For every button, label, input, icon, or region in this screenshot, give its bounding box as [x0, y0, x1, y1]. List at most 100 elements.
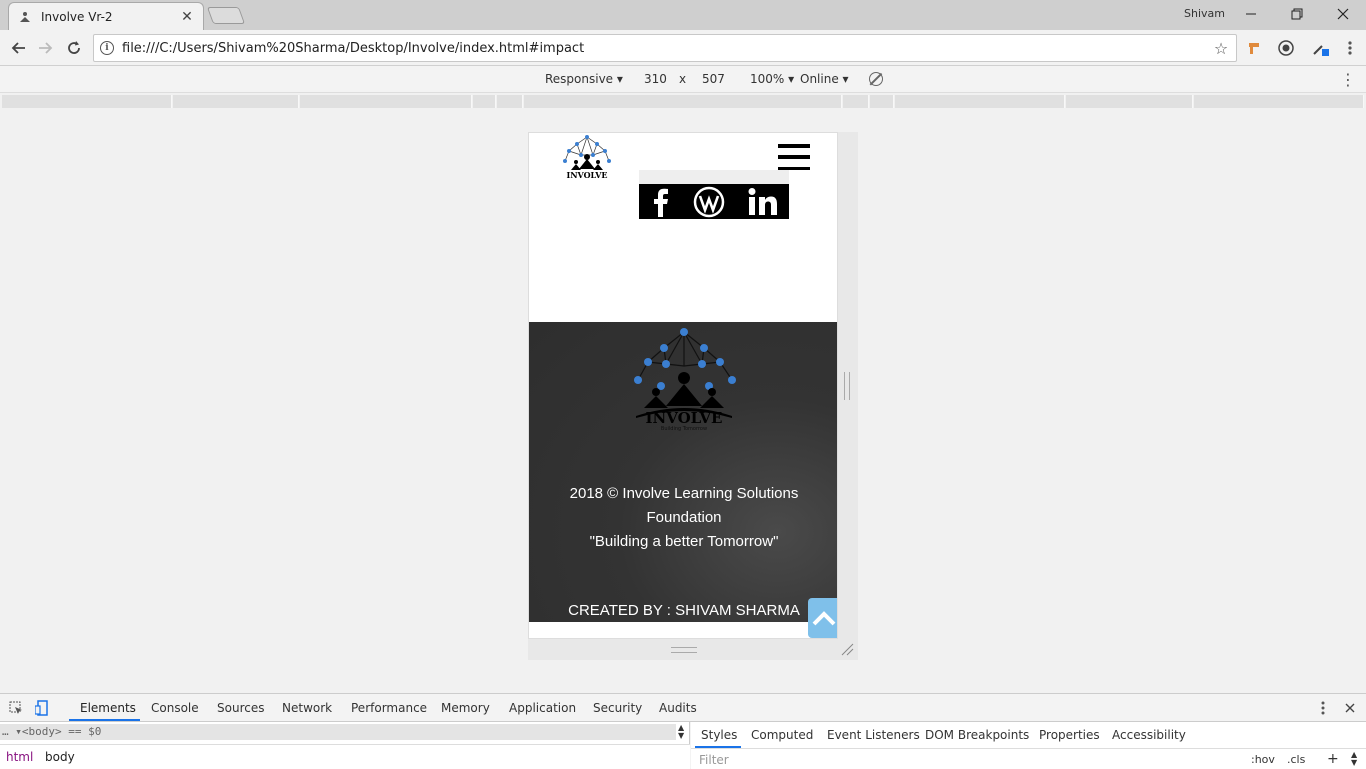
close-tab-icon[interactable]: ✕ [179, 9, 195, 25]
footer-line-1: 2018 © Involve Learning Solutions [569, 485, 799, 502]
page-viewport: INVOLVE INVOLVE Building Tomorrow 2018 ©… [528, 132, 838, 639]
footer-logo-wordmark: INVOLVE [645, 409, 722, 427]
tab-elements[interactable]: Elements [80, 701, 136, 715]
site-logo[interactable]: INVOLVE [559, 135, 615, 183]
browser-menu-icon[interactable] [1340, 38, 1360, 58]
footer-copyright: 2018 © Involve Learning Solutions Founda… [529, 482, 837, 554]
reload-icon[interactable] [62, 36, 86, 60]
devtools-menu-icon[interactable] [1314, 699, 1332, 717]
footer-credit: CREATED BY : SHIVAM SHARMA [568, 602, 800, 619]
resize-handle-right[interactable] [844, 372, 850, 400]
footer-logo: INVOLVE Building Tomorrow [624, 324, 744, 432]
height-input[interactable]: 507 [698, 70, 729, 88]
hamburger-menu-icon[interactable] [778, 143, 810, 171]
device-more-icon[interactable]: ⋮ [1340, 70, 1356, 89]
rotate-icon[interactable] [869, 72, 883, 86]
dom-selected-line[interactable]: … ▾<body> == $0 [0, 724, 676, 740]
inspect-element-icon[interactable] [7, 699, 25, 717]
breadcrumb: html body [0, 744, 690, 769]
device-toolbar: Responsive ▾ 310 x 507 100% ▾ Online ▾ ⋮ [0, 66, 1366, 93]
class-toggle[interactable]: .cls [1287, 753, 1305, 766]
footer-line-2: Foundation [646, 509, 722, 526]
facebook-icon[interactable] [650, 187, 670, 217]
scroll-to-top-button[interactable] [808, 598, 837, 638]
media-query-segment[interactable] [870, 95, 894, 108]
media-query-segment[interactable] [1066, 95, 1193, 108]
extension-pin-icon[interactable] [1244, 38, 1264, 58]
wordpress-icon[interactable] [693, 186, 725, 218]
close-window-icon[interactable] [1320, 0, 1366, 28]
favicon-icon [17, 9, 33, 25]
devtools-panel: Elements Console Sources Network Perform… [0, 693, 1366, 769]
bookmark-star-icon[interactable]: ☆ [1210, 39, 1232, 58]
elements-panel: … ▾<body> == $0 ▲ ▼ html body [0, 722, 690, 769]
browser-toolbar: i file:///C:/Users/Shivam%20Sharma/Deskt… [0, 30, 1366, 66]
tab-security[interactable]: Security [593, 701, 642, 715]
media-query-segment[interactable] [895, 95, 1065, 108]
profile-button[interactable]: Shivam [1178, 5, 1231, 23]
tab-event-listeners[interactable]: Event Listeners [827, 728, 920, 742]
forward-arrow-icon[interactable] [34, 36, 58, 60]
browser-tab[interactable]: Involve Vr-2 ✕ [8, 2, 204, 30]
social-bar-top [639, 170, 789, 184]
styles-scroll-icon[interactable]: ▲ ▼ [1351, 751, 1357, 767]
tab-performance[interactable]: Performance [351, 701, 427, 715]
network-throttle-select[interactable]: Online ▾ [800, 72, 849, 86]
tab-application[interactable]: Application [509, 701, 576, 715]
media-query-segment[interactable] [524, 95, 842, 108]
device-select[interactable]: Responsive ▾ [545, 72, 623, 86]
tab-computed[interactable]: Computed [751, 728, 813, 742]
styles-filter-input[interactable]: Filter [699, 753, 729, 767]
extension-record-icon[interactable] [1276, 38, 1296, 58]
media-query-segment[interactable] [843, 95, 869, 108]
tab-strip: Involve Vr-2 ✕ Shivam [0, 0, 1366, 30]
new-style-rule-button[interactable]: + [1327, 751, 1339, 767]
social-links [639, 184, 789, 219]
tab-console[interactable]: Console [151, 701, 199, 715]
logo-wordmark: INVOLVE [566, 170, 607, 180]
zoom-select[interactable]: 100% ▾ [750, 72, 794, 86]
address-bar[interactable]: i file:///C:/Users/Shivam%20Sharma/Deskt… [93, 34, 1237, 62]
chevron-up-icon [812, 611, 835, 626]
tab-network[interactable]: Network [282, 701, 332, 715]
scroll-arrows-icon[interactable]: ▲ ▼ [678, 724, 684, 740]
linkedin-icon[interactable] [748, 187, 778, 216]
close-devtools-icon[interactable] [1341, 699, 1359, 717]
resize-handle-bottom[interactable] [671, 647, 697, 653]
hover-state-toggle[interactable]: :hov [1251, 753, 1275, 766]
footer-logo-tagline: Building Tomorrow [661, 426, 707, 432]
media-query-segment[interactable] [2, 95, 172, 108]
new-tab-button[interactable] [206, 7, 246, 24]
styles-filter-row: Filter :hov .cls + ▲ ▼ [691, 748, 1366, 769]
tab-accessibility[interactable]: Accessibility [1112, 728, 1186, 742]
footer-tagline: "Building a better Tomorrow" [589, 533, 779, 550]
tab-properties[interactable]: Properties [1039, 728, 1100, 742]
media-query-segment[interactable] [1194, 95, 1364, 108]
tab-memory[interactable]: Memory [441, 701, 490, 715]
tab-styles[interactable]: Styles [701, 728, 737, 742]
device-toggle-icon[interactable] [33, 699, 51, 717]
media-query-segment[interactable] [497, 95, 523, 108]
restore-icon[interactable] [1274, 0, 1320, 28]
site-footer: INVOLVE Building Tomorrow 2018 © Involve… [529, 322, 837, 622]
breadcrumb-body[interactable]: body [45, 750, 75, 764]
tab-dom-breakpoints[interactable]: DOM Breakpoints [925, 728, 1029, 742]
media-query-segment[interactable] [173, 95, 299, 108]
media-query-bar [0, 93, 1366, 111]
back-arrow-icon[interactable] [6, 36, 30, 60]
media-query-segment[interactable] [473, 95, 496, 108]
extension-eyedropper-icon[interactable] [1310, 38, 1330, 58]
breadcrumb-html[interactable]: html [6, 750, 33, 764]
width-input[interactable]: 310 [640, 70, 671, 88]
minimize-icon[interactable] [1228, 0, 1274, 28]
url-text[interactable]: file:///C:/Users/Shivam%20Sharma/Desktop… [122, 41, 1210, 56]
active-tab-indicator [69, 719, 140, 721]
devtools-tab-bar: Elements Console Sources Network Perform… [0, 694, 1366, 722]
info-icon[interactable]: i [100, 41, 114, 55]
tab-title: Involve Vr-2 [41, 9, 113, 24]
resize-handle-corner[interactable] [840, 642, 854, 656]
tab-audits[interactable]: Audits [659, 701, 697, 715]
media-query-segment[interactable] [300, 95, 472, 108]
dimension-separator: x [679, 72, 687, 86]
tab-sources[interactable]: Sources [217, 701, 264, 715]
